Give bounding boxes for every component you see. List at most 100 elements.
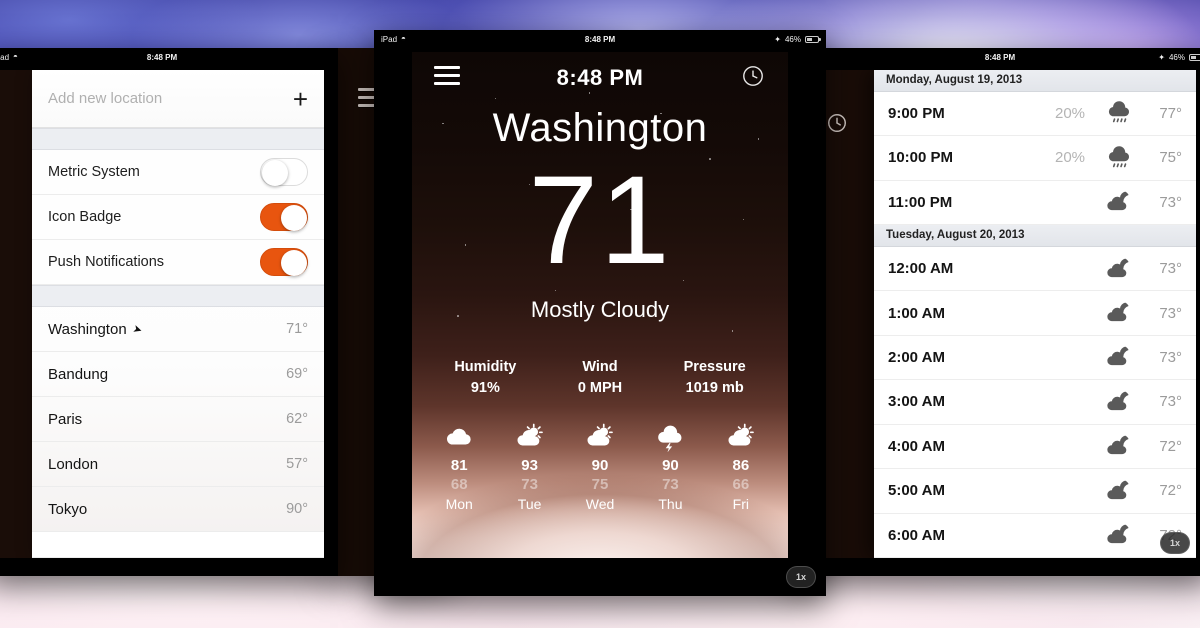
hour-time: 1:00 AM <box>888 304 945 322</box>
status-bar-clock: 8:48 PM <box>984 52 1016 62</box>
toggle-knob <box>281 205 307 231</box>
clock-icon[interactable] <box>740 63 766 94</box>
hour-temperature: 73° <box>1159 348 1182 366</box>
location-row[interactable]: Washington ➤ 71° <box>32 307 324 352</box>
location-row[interactable]: Bandung 69° <box>32 352 324 397</box>
battery-icon <box>1189 53 1200 61</box>
location-row[interactable]: London 57° <box>32 442 324 487</box>
partly-sunny-icon <box>494 422 564 452</box>
status-bar-right-group: ✦ 46% <box>774 35 821 44</box>
setting-label: Push Notifications <box>48 254 165 270</box>
night-cloudy-icon <box>1098 389 1140 415</box>
add-location-row[interactable]: Add new location + <box>32 70 324 128</box>
metric-label: Pressure <box>683 358 746 375</box>
forecast-high: 90 <box>662 456 679 474</box>
setting-row[interactable]: Metric System <box>32 150 324 195</box>
forecast-day: 90 75 Wed <box>565 422 635 512</box>
thunderstorm-icon <box>635 422 705 452</box>
night-cloudy-icon <box>1098 433 1140 459</box>
plus-icon[interactable]: + <box>293 86 308 112</box>
settings-panel: Add new location + Metric System Icon Bad… <box>32 70 324 558</box>
forecast-day-label: Mon <box>445 495 473 512</box>
toggle-switch[interactable] <box>260 203 308 231</box>
hourly-row[interactable]: 6:00 AM72° <box>874 513 1196 558</box>
wifi-icon: ◓ <box>401 34 406 43</box>
location-name: Paris <box>48 410 83 428</box>
hourly-row[interactable]: 2:00 AM 73° <box>874 335 1196 381</box>
setting-label: Metric System <box>48 164 140 180</box>
hour-time: 3:00 AM <box>888 393 945 411</box>
battery-icon <box>805 35 821 43</box>
hourly-row[interactable]: 3:00 AM 73° <box>874 380 1196 425</box>
location-row[interactable]: Tokyo 90° <box>32 487 324 532</box>
forecast-high: 93 <box>521 456 538 474</box>
setting-row[interactable]: Push Notifications <box>32 240 324 285</box>
header-clock-label: 8:48 PM <box>556 65 644 90</box>
location-name-group: Paris <box>48 411 82 428</box>
status-bar-clock: 8:48 PM <box>146 52 178 62</box>
forecast-day-label: Fri <box>732 495 749 512</box>
hour-temperature: 73° <box>1159 193 1182 211</box>
precipitation-probability: 20% <box>1054 149 1086 167</box>
status-bar-right: iPad ◓ 8:48 PM ✦ 46% <box>790 48 1200 66</box>
forecast-high: 86 <box>732 456 750 474</box>
location-name-group: Tokyo <box>48 501 87 518</box>
location-temperature: 57° <box>286 456 308 472</box>
hourly-row[interactable]: 4:00 AM 72° <box>874 424 1196 470</box>
clock-icon[interactable] <box>826 112 848 139</box>
location-name-group: London <box>48 456 98 473</box>
hour-temperature: 73° <box>1159 393 1182 411</box>
setting-row[interactable]: Icon Badge <box>32 195 324 240</box>
add-location-input[interactable]: Add new location <box>48 90 162 107</box>
toggle-switch[interactable] <box>260 248 308 276</box>
forecast-day-label: Wed <box>585 495 615 512</box>
scale-badge[interactable]: 1x <box>786 566 816 588</box>
carrier-label: iPad <box>0 52 10 62</box>
forecast-low: 73 <box>521 475 538 493</box>
hour-time: 10:00 PM <box>888 149 954 167</box>
toggle-knob <box>262 160 288 186</box>
hour-time: 12:00 AM <box>888 260 954 278</box>
hamburger-menu-icon[interactable] <box>434 66 460 90</box>
section-divider-top <box>32 128 324 150</box>
hour-temperature: 73° <box>1159 304 1182 322</box>
scale-badge[interactable]: 1x <box>1160 532 1190 554</box>
main-weather-screen: 8:48 PM Washington 71 Mostly Cloudy Humi… <box>412 52 788 558</box>
metric-value: 91% <box>470 379 500 396</box>
hourly-row[interactable]: 11:00 PM 73° <box>874 180 1196 226</box>
toggle-switch[interactable] <box>260 158 308 186</box>
location-name-group: Washington ➤ <box>48 321 144 338</box>
rain-icon <box>1098 145 1140 171</box>
location-name: Tokyo <box>48 500 88 518</box>
forecast-day-label: Thu <box>658 495 683 512</box>
hourly-row[interactable]: 5:00 AM 72° <box>874 469 1196 514</box>
forecast-day-label: Tue <box>517 495 542 512</box>
hour-time: 5:00 AM <box>888 482 945 500</box>
hourly-row[interactable]: 9:00 PM 20% 77° <box>874 91 1196 137</box>
hourly-row[interactable]: 10:00 PM 20% 75° <box>874 136 1196 181</box>
current-location-arrow-icon: ➤ <box>130 322 144 337</box>
hourly-list[interactable]: Monday, August 19, 2013 9:00 PM 20% 77° 10:0… <box>874 70 1196 558</box>
settings-screen: Add new location + Metric System Icon Bad… <box>0 70 324 558</box>
hour-time: 9:00 PM <box>888 104 945 122</box>
partly-sunny-icon <box>565 422 635 452</box>
location-name: Bandung <box>48 365 109 383</box>
day-header: Tuesday, August 20, 2013 <box>874 225 1196 247</box>
location-temperature: 69° <box>286 366 308 382</box>
location-row[interactable]: Paris 62° <box>32 397 324 442</box>
night-cloudy-icon <box>1098 256 1140 282</box>
hourly-row[interactable]: 12:00 AM 73° <box>874 246 1196 292</box>
night-cloudy-icon <box>1098 522 1140 548</box>
night-cloudy-icon <box>1098 344 1140 370</box>
forecast-low: 66 <box>732 475 750 493</box>
location-temperature: 62° <box>286 411 308 427</box>
weather-metrics: Humidity 91% Wind 0 MPH Pressure 1019 mb <box>412 359 788 396</box>
metric-label: Humidity <box>454 358 517 375</box>
forecast-low: 73 <box>662 475 679 493</box>
status-bar-left-group: iPad ◓ <box>381 35 406 44</box>
forecast-day: 90 73 Thu <box>635 422 705 512</box>
hourly-row[interactable]: 1:00 AM 73° <box>874 291 1196 336</box>
toggle-knob <box>281 250 307 276</box>
forecast-high: 90 <box>591 456 609 474</box>
list-empty-tail <box>32 532 324 558</box>
